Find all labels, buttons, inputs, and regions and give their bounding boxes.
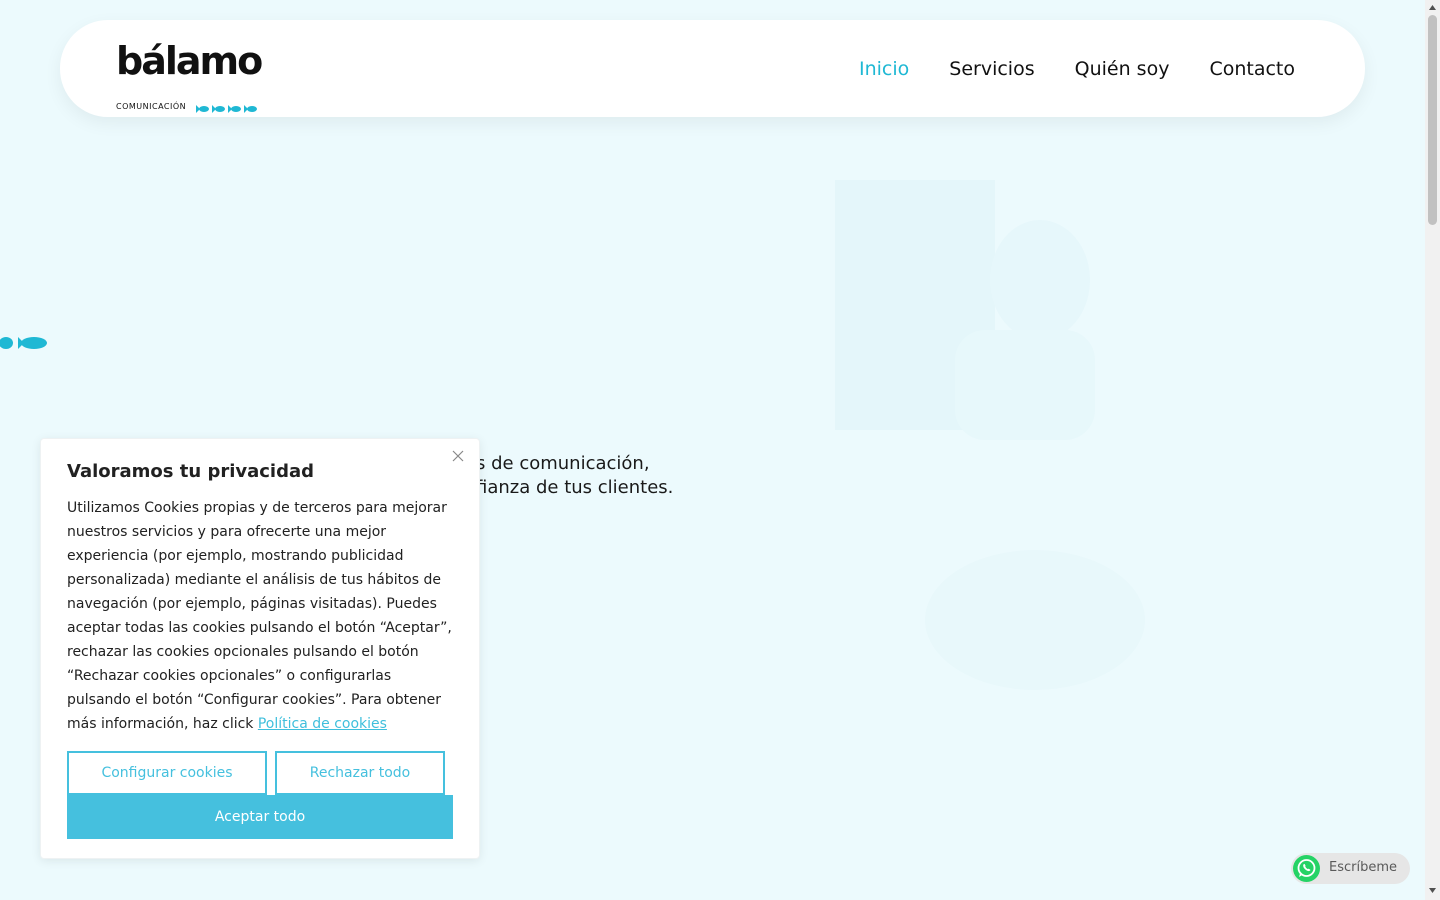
whatsapp-icon bbox=[1293, 855, 1320, 882]
hero-photo bbox=[835, 180, 1145, 690]
cookie-title: Valoramos tu privacidad bbox=[67, 461, 315, 482]
close-icon[interactable] bbox=[451, 449, 465, 463]
main-nav: Inicio Servicios Quién soy Contacto bbox=[859, 56, 1295, 82]
fish-icon bbox=[196, 105, 257, 113]
nav-item-quien-soy[interactable]: Quién soy bbox=[1075, 56, 1170, 82]
hero-text-line-2: fianza de tus clientes. bbox=[476, 477, 674, 498]
reject-all-button[interactable]: Rechazar todo bbox=[275, 751, 445, 795]
nav-item-inicio[interactable]: Inicio bbox=[859, 56, 909, 82]
scroll-up-icon[interactable] bbox=[1428, 3, 1437, 12]
cookie-body-text: Utilizamos Cookies propias y de terceros… bbox=[67, 500, 452, 732]
logo[interactable]: bálamo COMUNICACIÓN bbox=[116, 39, 276, 113]
logo-wordmark: bálamo bbox=[116, 39, 263, 83]
site-header: bálamo COMUNICACIÓN Inicio Servicios Qui… bbox=[60, 20, 1365, 117]
scrollbar-thumb[interactable] bbox=[1428, 15, 1437, 225]
nav-item-servicios[interactable]: Servicios bbox=[949, 56, 1034, 82]
cookie-policy-link[interactable]: Política de cookies bbox=[258, 716, 387, 732]
whatsapp-button[interactable]: Escríbeme bbox=[1291, 853, 1410, 884]
configure-cookies-button[interactable]: Configurar cookies bbox=[67, 751, 267, 795]
fish-decoration-icon bbox=[0, 337, 47, 349]
whatsapp-label: Escríbeme bbox=[1329, 860, 1398, 875]
nav-item-contacto[interactable]: Contacto bbox=[1209, 56, 1295, 82]
cookie-consent-dialog: Valoramos tu privacidad Utilizamos Cooki… bbox=[40, 438, 480, 859]
cookie-body: Utilizamos Cookies propias y de terceros… bbox=[67, 496, 459, 736]
scroll-down-icon[interactable] bbox=[1428, 886, 1437, 895]
hero-text: s de comunicación, fianza de tus cliente… bbox=[476, 452, 673, 500]
accept-all-button[interactable]: Aceptar todo bbox=[67, 795, 453, 839]
logo-subtext: COMUNICACIÓN bbox=[116, 102, 187, 111]
page: bálamo COMUNICACIÓN Inicio Servicios Qui… bbox=[0, 0, 1425, 900]
hero-text-line-1: s de comunicación, bbox=[476, 453, 650, 474]
scrollbar[interactable] bbox=[1425, 0, 1440, 900]
